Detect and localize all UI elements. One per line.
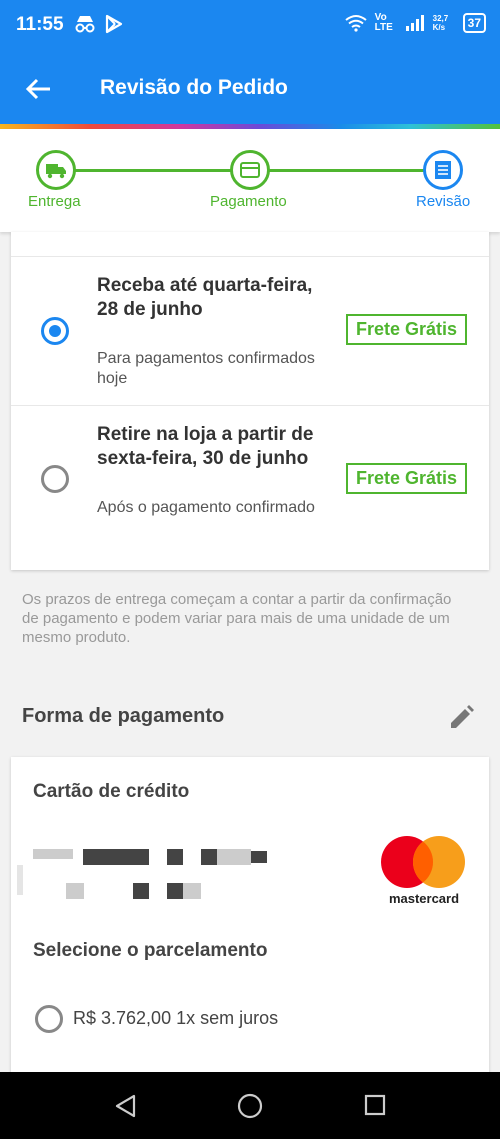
radio-selected[interactable] xyxy=(41,317,69,345)
step-pagamento[interactable] xyxy=(230,150,270,190)
step-label-pagamento: Pagamento xyxy=(210,193,287,210)
wifi-icon xyxy=(345,15,367,32)
nav-recents-icon[interactable] xyxy=(364,1094,386,1116)
installment-option[interactable]: R$ 3.762,00 1x sem juros xyxy=(33,1003,473,1035)
play-store-icon xyxy=(105,14,123,34)
network-type: Vo LTE xyxy=(374,12,393,33)
edit-pencil-icon[interactable] xyxy=(446,703,476,733)
mastercard-icon xyxy=(381,836,465,888)
delivery-option[interactable]: Retire na loja a partir de sexta-feira, … xyxy=(11,406,489,556)
step-connector xyxy=(268,169,424,172)
installment-label: R$ 3.762,00 1x sem juros xyxy=(73,1008,279,1028)
app-bar: Revisão do Pedido xyxy=(0,52,500,124)
truck-icon xyxy=(46,164,66,179)
free-shipping-badge: Frete Grátis xyxy=(345,463,467,494)
status-bar: 11:55 Vo LTE 32,7 K/s 37 xyxy=(0,0,500,52)
back-arrow-icon[interactable] xyxy=(24,74,54,104)
card-icon xyxy=(240,162,260,178)
installments-title: Selecione o parcelamento xyxy=(33,940,268,961)
radio-unselected[interactable] xyxy=(35,1005,63,1033)
step-label-entrega: Entrega xyxy=(28,193,81,210)
incognito-icon xyxy=(75,16,95,33)
status-time: 11:55 xyxy=(16,14,64,35)
payment-card: Cartão de crédito mastercard Selecione o… xyxy=(11,757,489,1077)
step-entrega[interactable] xyxy=(36,150,76,190)
option-title: Retire na loja a partir de sexta-feira, … xyxy=(97,424,314,469)
nav-back-icon[interactable] xyxy=(114,1094,138,1118)
delivery-options-card: Receba até quarta-feira, 28 de junho Par… xyxy=(11,232,489,570)
step-label-revisao: Revisão xyxy=(416,193,471,210)
system-nav-bar xyxy=(0,1072,500,1139)
signal-icon xyxy=(405,15,424,31)
option-subtitle: Após o pagamento confirmado xyxy=(97,499,315,516)
delivery-note: Os prazos de entrega começam a contar a … xyxy=(22,591,452,646)
mastercard-logo: mastercard xyxy=(379,835,469,907)
step-revisao[interactable] xyxy=(423,150,463,190)
payment-section-title: Forma de pagamento xyxy=(22,705,225,727)
document-icon xyxy=(435,161,451,179)
net-speed: 32,7 K/s xyxy=(432,14,449,32)
page-title: Revisão do Pedido xyxy=(100,76,288,99)
delivery-option[interactable]: Receba até quarta-feira, 28 de junho Par… xyxy=(11,257,489,405)
option-subtitle: Para pagamentos confirmados hoje xyxy=(97,350,315,387)
radio-unselected[interactable] xyxy=(41,465,69,493)
free-shipping-badge: Frete Grátis xyxy=(345,314,467,345)
payment-method-title: Cartão de crédito xyxy=(33,781,190,802)
card-brand-label: mastercard xyxy=(388,891,460,906)
nav-home-icon[interactable] xyxy=(237,1093,263,1119)
battery-icon: 37 xyxy=(462,13,486,33)
option-title: Receba até quarta-feira, 28 de junho xyxy=(97,275,313,320)
checkout-stepper: Entrega Pagamento Revisão xyxy=(0,129,500,232)
step-connector xyxy=(72,169,234,172)
